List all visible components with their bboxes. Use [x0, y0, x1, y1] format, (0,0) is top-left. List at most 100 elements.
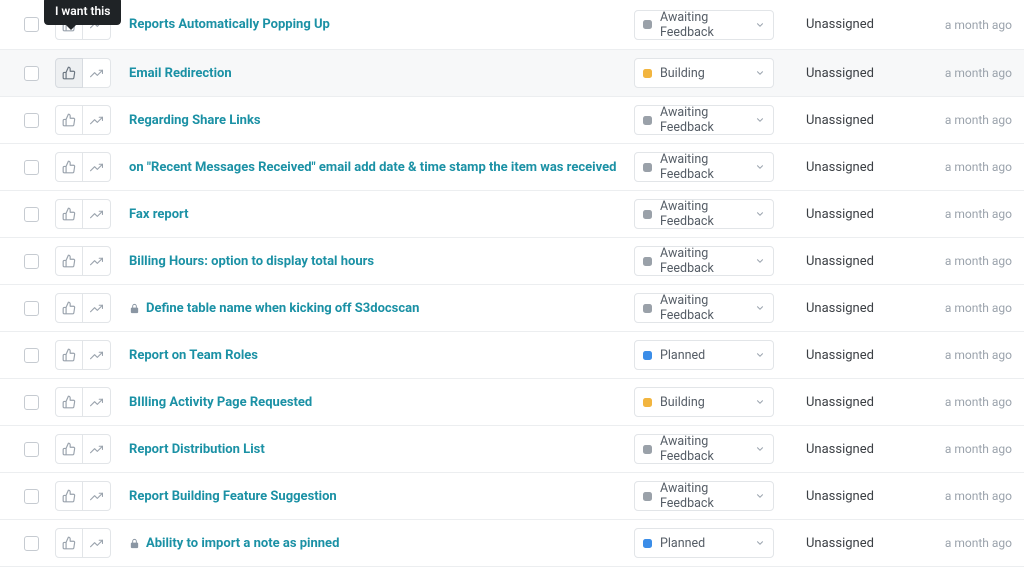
row-title[interactable]: Report on Team Roles — [129, 348, 634, 363]
row-checkbox[interactable] — [24, 348, 39, 363]
table-row: on "Recent Messages Received" email add … — [0, 144, 1024, 191]
assignee-cell[interactable]: Unassigned — [806, 395, 922, 410]
vote-button-group — [55, 340, 111, 370]
thumbs-up-icon[interactable] — [55, 199, 83, 229]
row-checkbox[interactable] — [24, 301, 39, 316]
status-label: Planned — [660, 348, 705, 363]
row-title[interactable]: Fax report — [129, 207, 634, 222]
row-title-text: Report Distribution List — [129, 442, 265, 457]
trending-icon[interactable] — [83, 387, 111, 417]
status-select[interactable]: Awaiting Feedback — [634, 199, 774, 229]
row-checkbox[interactable] — [24, 254, 39, 269]
row-title-text: Define table name when kicking off S3doc… — [146, 301, 419, 316]
row-title[interactable]: Ability to import a note as pinned — [129, 536, 634, 551]
thumbs-up-icon[interactable] — [55, 481, 83, 511]
time-cell: a month ago — [922, 66, 1012, 80]
row-checkbox[interactable] — [24, 395, 39, 410]
chevron-down-icon — [755, 20, 765, 30]
row-title[interactable]: Report Building Feature Suggestion — [129, 489, 634, 504]
table-row: Fax reportAwaiting FeedbackUnassigneda m… — [0, 191, 1024, 238]
thumbs-up-icon[interactable] — [55, 340, 83, 370]
thumbs-up-icon[interactable] — [55, 246, 83, 276]
assignee-cell[interactable]: Unassigned — [806, 113, 922, 128]
thumbs-up-icon[interactable] — [55, 528, 83, 558]
row-checkbox[interactable] — [24, 66, 39, 81]
trending-icon[interactable] — [83, 246, 111, 276]
status-select[interactable]: Building — [634, 387, 774, 417]
trending-icon[interactable] — [83, 58, 111, 88]
status-label: Building — [660, 66, 705, 81]
trending-icon[interactable] — [83, 199, 111, 229]
trending-icon[interactable] — [83, 481, 111, 511]
status-select[interactable]: Awaiting Feedback — [634, 481, 774, 511]
assignee-cell[interactable]: Unassigned — [806, 536, 922, 551]
tooltip-i-want-this: I want this — [44, 0, 121, 25]
row-checkbox[interactable] — [24, 442, 39, 457]
row-checkbox[interactable] — [24, 17, 39, 32]
status-label: Awaiting Feedback — [660, 246, 765, 276]
status-dot — [643, 539, 652, 548]
row-title[interactable]: Regarding Share Links — [129, 113, 634, 128]
table-row: Define table name when kicking off S3doc… — [0, 285, 1024, 332]
chevron-down-icon — [755, 491, 765, 501]
row-checkbox[interactable] — [24, 536, 39, 551]
assignee-cell[interactable]: Unassigned — [806, 442, 922, 457]
row-title[interactable]: Define table name when kicking off S3doc… — [129, 301, 634, 316]
vote-button-group — [55, 105, 111, 135]
vote-button-group — [55, 58, 111, 88]
status-select[interactable]: Awaiting Feedback — [634, 105, 774, 135]
status-label: Awaiting Feedback — [660, 481, 765, 511]
table-row: BIlling Activity Page RequestedBuilding U… — [0, 379, 1024, 426]
trending-icon[interactable] — [83, 528, 111, 558]
row-title[interactable]: Billing Hours: option to display total h… — [129, 254, 634, 269]
table-row: Regarding Share LinksAwaiting Feedback Un… — [0, 97, 1024, 144]
status-select[interactable]: Awaiting Feedback — [634, 10, 774, 40]
status-label: Awaiting Feedback — [660, 10, 765, 40]
time-cell: a month ago — [922, 536, 1012, 550]
status-label: Awaiting Feedback — [660, 199, 765, 229]
status-select[interactable]: Planned — [634, 528, 774, 558]
row-title[interactable]: Report Distribution List — [129, 442, 634, 457]
status-select[interactable]: Awaiting Feedback — [634, 434, 774, 464]
trending-icon[interactable] — [83, 293, 111, 323]
row-title[interactable]: Email Redirection — [129, 66, 634, 81]
assignee-cell[interactable]: Unassigned — [806, 348, 922, 363]
row-checkbox[interactable] — [24, 160, 39, 175]
assignee-cell[interactable]: Unassigned — [806, 160, 922, 175]
assignee-cell[interactable]: Unassigned — [806, 254, 922, 269]
assignee-cell[interactable]: Unassigned — [806, 301, 922, 316]
status-dot — [643, 398, 652, 407]
trending-icon[interactable] — [83, 105, 111, 135]
status-select[interactable]: Awaiting Feedback — [634, 152, 774, 182]
thumbs-up-icon[interactable] — [55, 387, 83, 417]
thumbs-up-icon[interactable] — [55, 105, 83, 135]
assignee-cell[interactable]: Unassigned — [806, 17, 922, 32]
status-select[interactable]: Planned — [634, 340, 774, 370]
row-checkbox[interactable] — [24, 489, 39, 504]
trending-icon[interactable] — [83, 340, 111, 370]
assignee-cell[interactable]: Unassigned — [806, 489, 922, 504]
trending-icon[interactable] — [83, 152, 111, 182]
status-select[interactable]: Building — [634, 58, 774, 88]
vote-button-group — [55, 387, 111, 417]
status-select[interactable]: Awaiting Feedback — [634, 246, 774, 276]
time-cell: a month ago — [922, 301, 1012, 315]
status-label: Planned — [660, 536, 705, 551]
assignee-cell[interactable]: Unassigned — [806, 207, 922, 222]
row-title-text: on "Recent Messages Received" email add … — [129, 160, 616, 175]
thumbs-up-icon[interactable] — [55, 434, 83, 464]
row-checkbox[interactable] — [24, 207, 39, 222]
thumbs-up-icon[interactable] — [55, 152, 83, 182]
trending-icon[interactable] — [83, 434, 111, 464]
status-dot — [643, 210, 652, 219]
vote-button-group — [55, 481, 111, 511]
row-title[interactable]: on "Recent Messages Received" email add … — [129, 160, 634, 175]
status-select[interactable]: Awaiting Feedback — [634, 293, 774, 323]
thumbs-up-icon[interactable] — [55, 58, 83, 88]
row-checkbox[interactable] — [24, 113, 39, 128]
thumbs-up-icon[interactable] — [55, 293, 83, 323]
assignee-cell[interactable]: Unassigned — [806, 66, 922, 81]
row-title[interactable]: BIlling Activity Page Requested — [129, 395, 634, 410]
row-title[interactable]: Reports Automatically Popping Up — [129, 17, 634, 32]
table-row: Email Redirection Building Unassigneda mon… — [0, 50, 1024, 97]
